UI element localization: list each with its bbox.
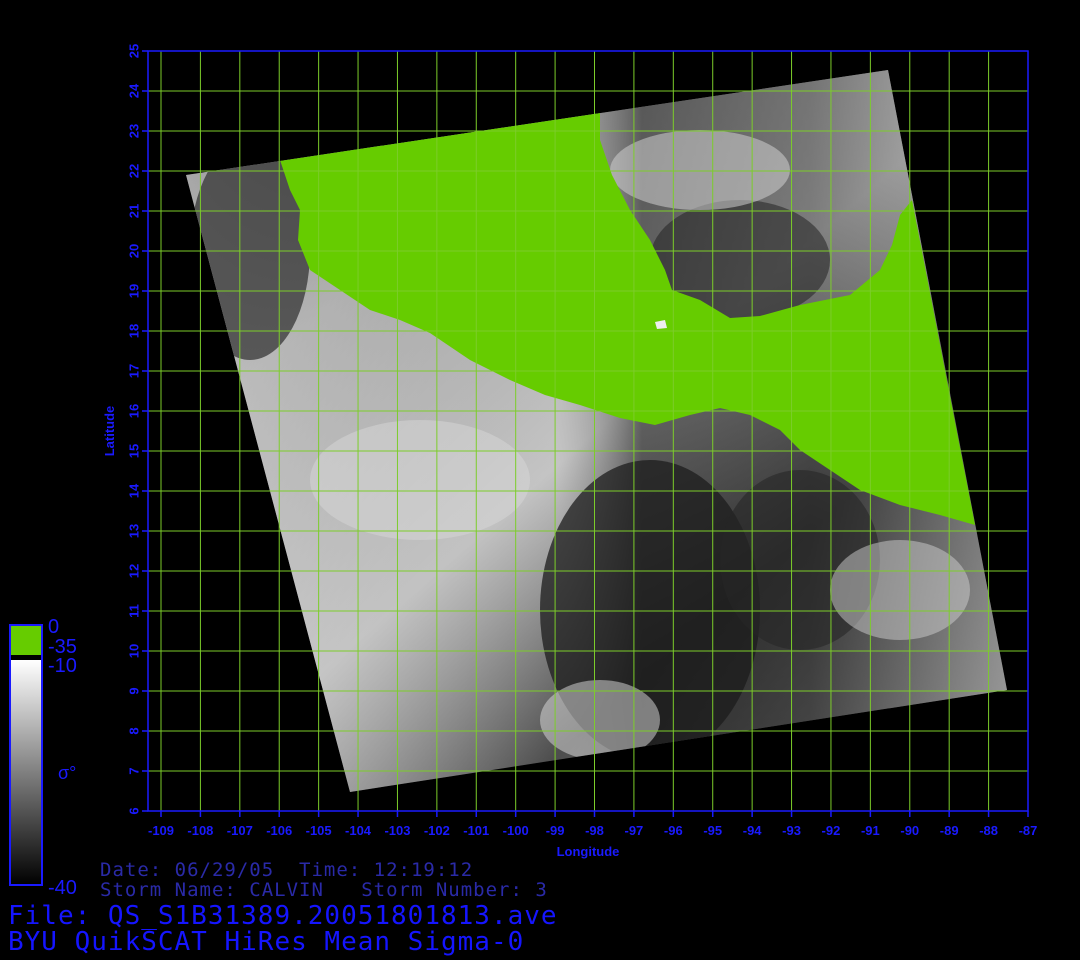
lat-tick-label: 24 xyxy=(127,83,142,98)
lat-tick-label: 20 xyxy=(127,244,142,258)
colorbar-top-label: 0 xyxy=(48,616,60,638)
colorbar xyxy=(9,624,43,886)
lon-tick-label: -91 xyxy=(861,823,880,838)
lat-tick-label: 19 xyxy=(127,284,142,298)
lon-tick-label: -109 xyxy=(148,823,174,838)
lat-tick-label: 23 xyxy=(127,124,142,138)
lon-tick-label: -101 xyxy=(463,823,489,838)
lon-tick-label: -104 xyxy=(345,823,372,838)
lon-tick-label: -98 xyxy=(585,823,604,838)
lat-tick-label: 16 xyxy=(127,404,142,418)
longitude-ticks: -109 -108 -107 -106 -105 -104 -103 -102 -101 -100… xyxy=(148,811,1037,838)
lon-tick-label: -96 xyxy=(664,823,683,838)
lon-tick-label: -97 xyxy=(625,823,644,838)
file-name: File: QS_S1B31389.20051801813.ave xyxy=(8,901,558,931)
lon-tick-label: -102 xyxy=(424,823,450,838)
lat-tick-label: 22 xyxy=(127,164,142,178)
lon-tick-label: -88 xyxy=(979,823,998,838)
lat-tick-label: 12 xyxy=(127,564,142,578)
lat-tick-label: 21 xyxy=(127,204,142,218)
lon-tick-label: -92 xyxy=(822,823,841,838)
colorbar-upper-label: -10 xyxy=(48,655,77,677)
lon-tick-label: -94 xyxy=(743,823,763,838)
lon-tick-label: -105 xyxy=(306,823,332,838)
lat-tick-label: 10 xyxy=(127,644,142,658)
lat-tick-label: 11 xyxy=(127,604,142,618)
colorbar-sigma-symbol: σ° xyxy=(58,763,77,783)
lat-tick-label: 15 xyxy=(127,444,142,458)
map-figure: -109 -108 -107 -106 -105 -104 -103 -102 -101 -100… xyxy=(9,44,1037,886)
x-axis-label: Longitude xyxy=(557,844,620,859)
lon-tick-label: -103 xyxy=(384,823,410,838)
lat-tick-label: 8 xyxy=(127,727,142,734)
lat-tick-label: 25 xyxy=(127,44,142,58)
lat-tick-label: 13 xyxy=(127,524,142,538)
colorbar-land-label: -35 xyxy=(48,636,77,658)
lat-tick-label: 9 xyxy=(127,687,142,694)
colorbar-land-swatch xyxy=(10,625,42,655)
lat-tick-label: 14 xyxy=(127,483,142,498)
lon-tick-label: -87 xyxy=(1019,823,1038,838)
lon-tick-label: -108 xyxy=(187,823,213,838)
lon-tick-label: -107 xyxy=(227,823,253,838)
latitude-ticks: 6 7 8 9 10 11 12 13 14 15 16 17 18 19 20 21 22 23 24 25 xyxy=(127,44,148,815)
lon-tick-label: -93 xyxy=(782,823,801,838)
lon-tick-label: -99 xyxy=(546,823,565,838)
lon-tick-label: -90 xyxy=(900,823,919,838)
lat-tick-label: 18 xyxy=(127,324,142,338)
lat-tick-label: 6 xyxy=(127,807,142,814)
date-time-line: Date: 06/29/05 Time: 12:19:12 xyxy=(100,859,474,881)
y-axis-label: Latitude xyxy=(102,406,117,457)
lat-tick-label: 17 xyxy=(127,364,142,378)
colorbar-gradient xyxy=(10,660,42,885)
lat-tick-label: 7 xyxy=(127,767,142,774)
lon-tick-label: -89 xyxy=(940,823,959,838)
lon-tick-label: -95 xyxy=(703,823,722,838)
storm-line: Storm Name: CALVIN Storm Number: 3 xyxy=(100,879,548,901)
colorbar-bottom-label: -40 xyxy=(48,877,77,899)
lon-tick-label: -106 xyxy=(266,823,292,838)
lon-tick-label: -100 xyxy=(503,823,529,838)
product-title: BYU QuikSCAT HiRes Mean Sigma-0 xyxy=(8,927,525,957)
